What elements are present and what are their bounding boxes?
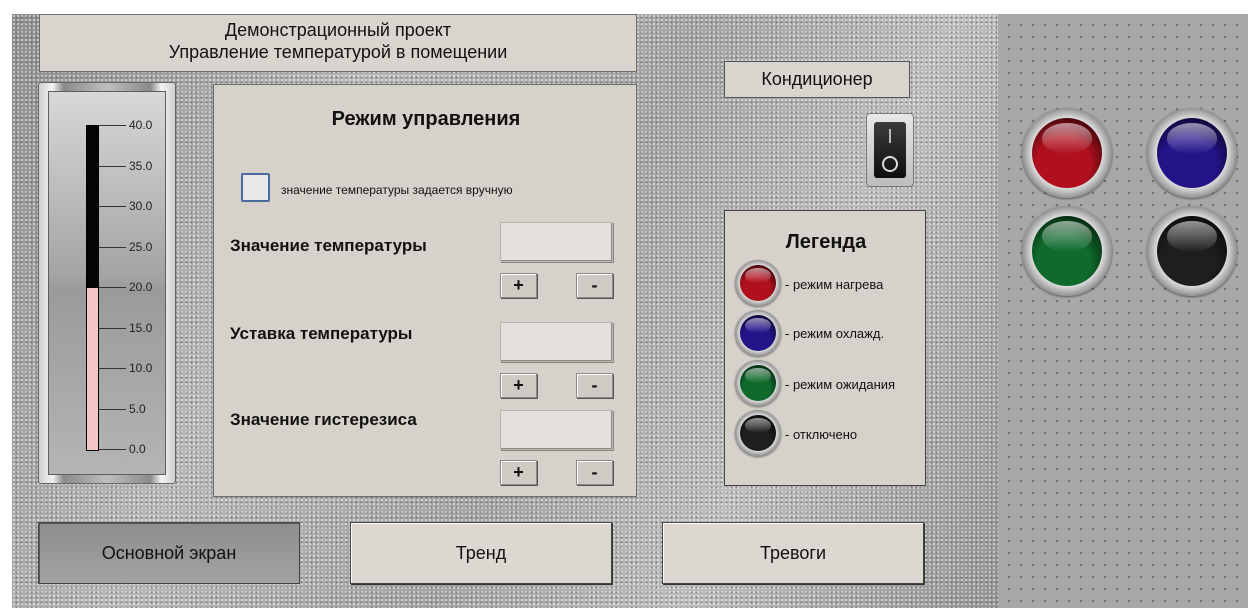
project-title: Демонстрационный проект Управление темпе… (39, 14, 637, 72)
standby-status-lamp-icon (1022, 206, 1112, 296)
hysteresis-label: Значение гистерезиса (230, 410, 417, 429)
thermometer-tick-label: 10.0 (129, 361, 153, 375)
off-status-lamp-icon (1147, 206, 1237, 296)
thermometer-tick (99, 165, 126, 167)
thermometer-tick-label: 0.0 (129, 442, 146, 456)
thermometer-tick (99, 246, 126, 248)
thermometer-tick-label: 30.0 (129, 199, 153, 213)
switch-off-mark-icon (882, 156, 898, 172)
legend-panel: Легенда - режим нагрева - режим охлажд. … (724, 210, 926, 486)
main-screen-button[interactable]: Основной экран (38, 522, 300, 584)
legend-cooling-lamp-icon (735, 310, 781, 356)
heating-status-lamp-icon (1022, 108, 1112, 198)
thermometer-tick (99, 327, 126, 329)
hysteresis-value-field[interactable] (500, 410, 613, 450)
thermometer-level-fill (87, 288, 98, 450)
legend-standby-lamp-icon (735, 360, 781, 406)
thermometer-tick-label: 20.0 (129, 280, 153, 294)
hysteresis-plus-button[interactable]: + (500, 460, 537, 485)
temperature-plus-button[interactable]: + (500, 273, 537, 298)
control-mode-panel: Режим управления значение температуры за… (213, 84, 637, 497)
air-conditioner-label: Кондиционер (724, 61, 910, 98)
project-title-line2: Управление температурой в помещении (168, 42, 508, 62)
thermometer-tube (86, 125, 99, 451)
legend-heating-lamp-icon (735, 260, 781, 306)
thermometer-tick (99, 449, 126, 450)
manual-temperature-checkbox[interactable] (241, 173, 270, 202)
side-panel (998, 14, 1248, 608)
project-title-line1: Демонстрационный проект (224, 20, 452, 40)
thermometer-gauge: 40.0 35.0 30.0 25.0 20.0 15.0 10.0 5.0 0.0 (38, 82, 176, 484)
setpoint-value-field[interactable] (500, 322, 613, 362)
thermometer-tick (99, 408, 126, 410)
thermometer-tick (99, 206, 126, 207)
legend-cooling-label: - режим охлажд. (785, 326, 885, 341)
power-switch-icon (874, 122, 906, 178)
hysteresis-minus-button[interactable]: - (576, 460, 613, 485)
temperature-value-field[interactable] (500, 222, 613, 262)
control-mode-title: Режим управления (331, 108, 521, 130)
legend-heating-label: - режим нагрева (785, 277, 884, 292)
switch-on-mark-icon (889, 129, 891, 143)
manual-temperature-checkbox-label: значение температуры задается вручную (281, 183, 513, 197)
thermometer-tick-label: 35.0 (129, 158, 153, 173)
thermometer-tick-label: 5.0 (129, 401, 146, 416)
thermometer-tick-label: 40.0 (129, 118, 153, 132)
legend-standby-label: - режим ожидания (785, 377, 896, 392)
trend-button[interactable]: Тренд (350, 522, 612, 584)
setpoint-minus-button[interactable]: - (576, 373, 613, 398)
air-conditioner-toggle-switch[interactable] (866, 113, 914, 187)
temperature-minus-button[interactable]: - (576, 273, 613, 298)
legend-off-lamp-icon (735, 410, 781, 456)
alarms-button[interactable]: Тревоги (662, 522, 924, 584)
legend-title: Легенда (785, 231, 867, 253)
thermometer-tick-label: 25.0 (129, 239, 153, 254)
temperature-value-label: Значение температуры (230, 236, 427, 255)
setpoint-plus-button[interactable]: + (500, 373, 537, 398)
legend-off-label: - отключено (785, 427, 858, 442)
setpoint-label: Уставка температуры (230, 324, 413, 343)
thermometer-scale: 40.0 35.0 30.0 25.0 20.0 15.0 10.0 5.0 0.0 (48, 91, 166, 475)
thermometer-tick (99, 287, 126, 288)
thermometer-tick (99, 368, 126, 369)
cooling-status-lamp-icon (1147, 108, 1237, 198)
thermometer-tick-label: 15.0 (129, 320, 153, 335)
thermometer-tick (99, 125, 126, 126)
